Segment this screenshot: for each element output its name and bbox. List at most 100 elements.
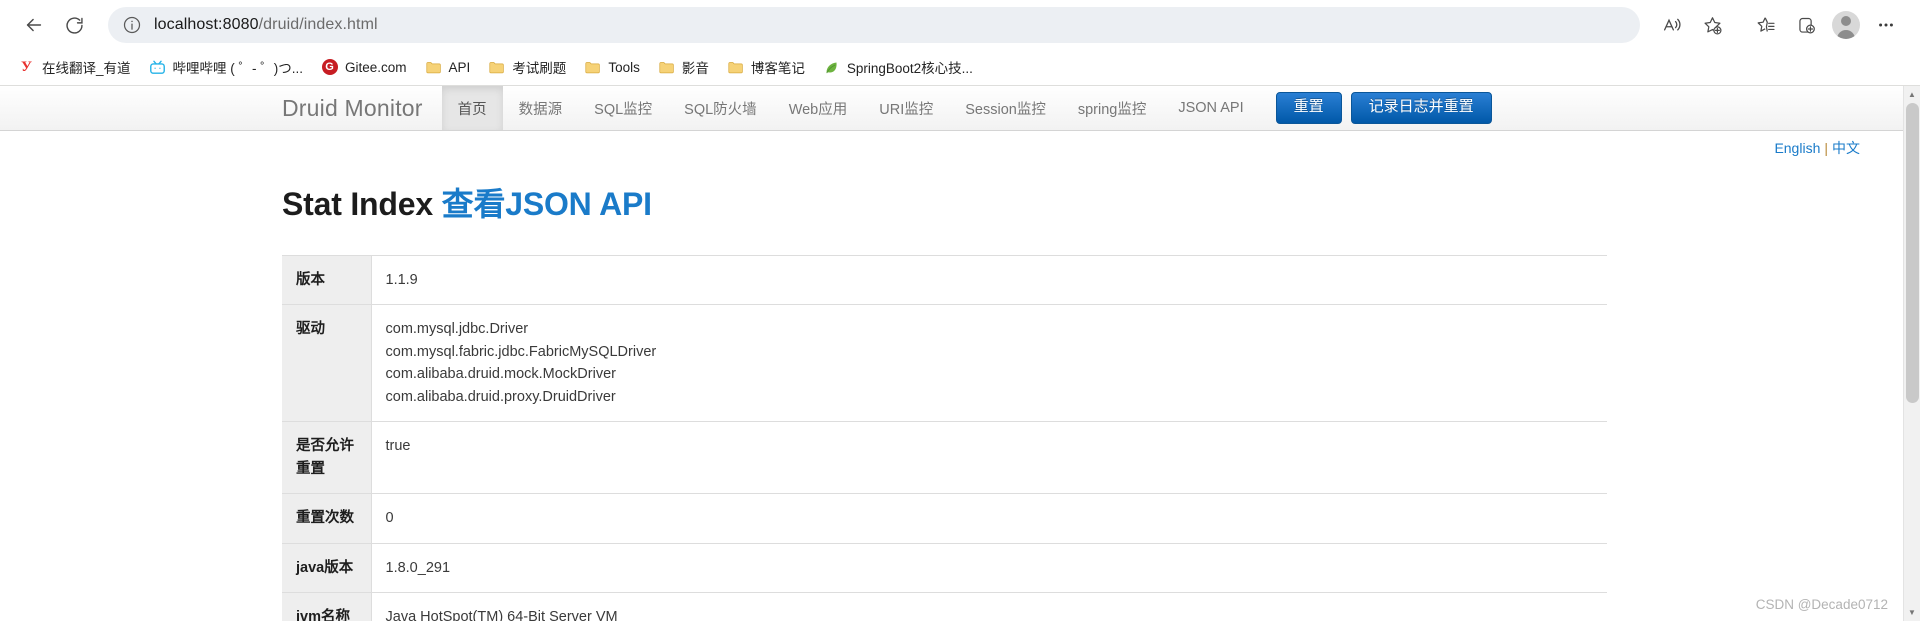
address-bar[interactable]: localhost:8080/druid/index.html (108, 7, 1640, 43)
brand-title[interactable]: Druid Monitor (282, 86, 442, 130)
read-aloud-icon (1663, 18, 1681, 31)
bookmark-label: Tools (608, 59, 640, 75)
scrollbar-thumb[interactable] (1906, 103, 1919, 403)
table-row: jvm名称 Java HotSpot(TM) 64-Bit Server VM (282, 592, 1607, 621)
page-viewport: Druid Monitor 首页 数据源 SQL监控 SQL防火墙 Web应用 … (0, 86, 1920, 621)
page-title: Stat Index 查看JSON API (282, 179, 1920, 225)
row-key: 版本 (282, 255, 372, 305)
bookmark-item[interactable]: SpringBoot2核心技... (815, 53, 981, 81)
bookmark-folder[interactable]: 博客笔记 (719, 53, 813, 81)
reset-button[interactable]: 重置 (1275, 92, 1342, 124)
scrollbar-down-arrow[interactable]: ▼ (1904, 604, 1920, 621)
bilibili-icon (149, 59, 166, 76)
bookmark-folder[interactable]: 影音 (650, 53, 717, 81)
table-row: java版本 1.8.0_291 (282, 543, 1607, 593)
reload-button[interactable] (54, 5, 94, 45)
scrollbar-up-arrow[interactable]: ▲ (1904, 86, 1920, 103)
favorites-button[interactable] (1746, 6, 1786, 44)
nav-item-uri-monitor[interactable]: URI监控 (863, 86, 949, 130)
bookmark-label: SpringBoot2核心技... (846, 61, 973, 76)
profile-button[interactable] (1826, 6, 1866, 44)
lang-chinese-link[interactable]: 中文 (1832, 140, 1860, 156)
back-button[interactable] (14, 5, 54, 45)
bookmark-folder[interactable]: Tools (576, 55, 648, 80)
gitee-icon: G (321, 59, 338, 76)
table-row: 是否允许重置 true (282, 421, 1607, 494)
language-switcher: English | 中文 (1774, 138, 1860, 158)
toolbar-right-actions (1650, 6, 1906, 44)
bookmark-label: 博客笔记 (750, 61, 805, 76)
add-favorite-button[interactable] (1692, 6, 1732, 44)
row-key: 是否允许重置 (282, 421, 372, 494)
bookmark-item[interactable]: G Gitee.com (313, 55, 415, 80)
omnibox-trailing-group (1650, 6, 1734, 44)
bookmark-folder[interactable]: API (417, 55, 479, 80)
bookmark-folder[interactable]: 考试刷题 (480, 53, 574, 81)
bookmark-label: 哔哩哔哩 ( ゜- ゜)つ... (172, 61, 304, 76)
bookmark-label: Gitee.com (345, 59, 407, 75)
stat-index-table: 版本 1.1.9 驱动 com.mysql.jdbc.Driver com.my… (282, 255, 1607, 621)
main-content: Stat Index 查看JSON API 版本 1.1.9 驱动 com.my… (0, 131, 1920, 621)
table-row: 版本 1.1.9 (282, 255, 1607, 305)
read-aloud-button[interactable] (1652, 6, 1692, 44)
youdao-icon: У (20, 58, 32, 75)
address-bar-text: localhost:8080/druid/index.html (154, 16, 378, 34)
favorites-icon (1757, 17, 1775, 32)
driver-entry: com.mysql.jdbc.Driver (385, 321, 529, 338)
avatar (1832, 11, 1860, 39)
navbar-action-buttons: 重置 记录日志并重置 (1275, 86, 1492, 130)
settings-and-more-button[interactable] (1866, 6, 1906, 44)
druid-navbar: Druid Monitor 首页 数据源 SQL监控 SQL防火墙 Web应用 … (0, 86, 1920, 131)
browser-chrome: localhost:8080/druid/index.html У 在线翻译_有… (0, 0, 1920, 86)
folder-icon (727, 59, 744, 76)
nav-item-sql-firewall[interactable]: SQL防火墙 (668, 86, 773, 130)
bookmarks-bar: У 在线翻译_有道 哔哩哔哩 ( ゜- ゜)つ... G Gitee.com A… (0, 50, 1920, 84)
watermark: CSDN @Decade0712 (1755, 597, 1888, 612)
nav-item-sql-monitor[interactable]: SQL监控 (578, 86, 668, 130)
lang-english-link[interactable]: English (1774, 140, 1820, 156)
row-value: 0 (385, 510, 394, 527)
nav-item-home[interactable]: 首页 (441, 86, 503, 130)
reload-icon (65, 16, 83, 34)
nav-links: 首页 数据源 SQL监控 SQL防火墙 Web应用 URI监控 Session监… (441, 86, 1260, 130)
row-value: com.mysql.jdbc.Driver com.mysql.fabric.j… (371, 305, 1607, 422)
collections-button[interactable] (1786, 6, 1826, 44)
page-title-text: Stat Index (282, 186, 433, 222)
row-value: Java HotSpot(TM) 64-Bit Server VM (385, 609, 618, 621)
star-plus-icon (1703, 16, 1722, 35)
browser-toolbar: localhost:8080/druid/index.html (0, 0, 1920, 50)
row-value: 1.8.0_291 (385, 559, 451, 576)
folder-icon (658, 59, 675, 76)
folder-icon (584, 59, 601, 76)
row-key: 重置次数 (282, 493, 372, 544)
bookmark-label: 在线翻译_有道 (42, 61, 131, 76)
nav-item-session-monitor[interactable]: Session监控 (949, 86, 1062, 130)
nav-item-web-app[interactable]: Web应用 (773, 86, 864, 130)
row-value: 1.1.9 (385, 272, 418, 288)
page-scrollbar[interactable]: ▲ ▼ (1903, 86, 1920, 621)
view-json-api-link[interactable]: 查看JSON API (442, 186, 652, 222)
back-arrow-icon (26, 18, 42, 32)
nav-item-spring-monitor[interactable]: spring监控 (1062, 86, 1163, 130)
driver-entry: com.alibaba.druid.proxy.DruidDriver (385, 388, 616, 405)
bookmark-item[interactable]: 哔哩哔哩 ( ゜- ゜)つ... (141, 53, 312, 81)
log-and-reset-button[interactable]: 记录日志并重置 (1350, 92, 1492, 124)
row-value: true (385, 438, 411, 455)
row-key: 驱动 (282, 304, 372, 422)
bookmark-item[interactable]: У 在线翻译_有道 (10, 53, 139, 81)
bookmark-label: API (448, 59, 471, 75)
nav-item-json-api[interactable]: JSON API (1162, 86, 1259, 130)
site-info-icon[interactable] (122, 15, 142, 35)
bookmark-label: 考试刷题 (512, 61, 567, 76)
url-host: localhost:8080 (154, 16, 259, 33)
lang-separator: | (1824, 140, 1828, 156)
ellipsis-icon (1879, 23, 1893, 27)
driver-entry: com.mysql.fabric.jdbc.FabricMySQLDriver (385, 343, 657, 360)
folder-icon (425, 59, 442, 76)
row-key: jvm名称 (282, 592, 372, 621)
row-key: java版本 (282, 543, 372, 593)
table-row: 驱动 com.mysql.jdbc.Driver com.mysql.fabri… (282, 304, 1607, 422)
nav-item-datasource[interactable]: 数据源 (503, 86, 579, 130)
table-row: 重置次数 0 (282, 493, 1607, 544)
bookmark-label: 影音 (681, 61, 709, 76)
